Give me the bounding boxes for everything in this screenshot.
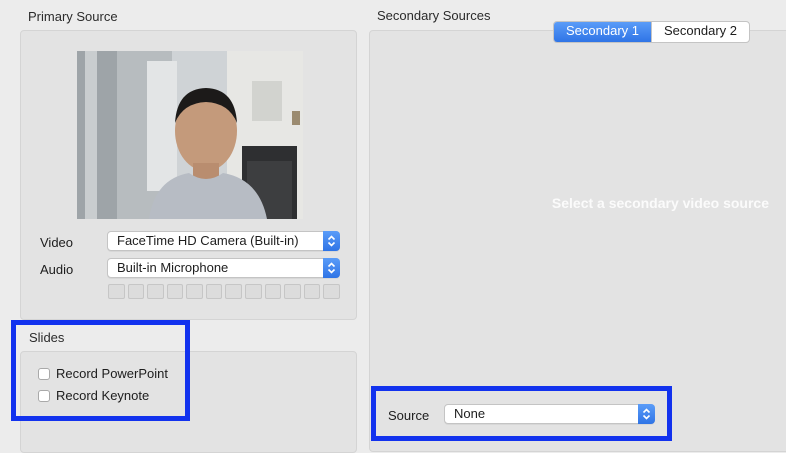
tab-secondary-2[interactable]: Secondary 2 bbox=[651, 22, 749, 42]
meter-segment bbox=[166, 284, 184, 299]
meter-segment bbox=[264, 284, 282, 299]
audio-level-meter bbox=[108, 284, 340, 299]
record-keynote-label: Record Keynote bbox=[56, 388, 150, 403]
record-powerpoint-checkbox[interactable] bbox=[38, 367, 50, 380]
record-keynote-checkbox[interactable] bbox=[38, 389, 50, 402]
popup-stepper-icon bbox=[323, 231, 340, 251]
secondary-sources-title: Secondary Sources bbox=[377, 8, 491, 23]
tab-secondary-1[interactable]: Secondary 1 bbox=[554, 22, 651, 42]
secondary-tabs: Secondary 1 Secondary 2 bbox=[553, 21, 750, 43]
meter-segment bbox=[205, 284, 223, 299]
primary-source-title: Primary Source bbox=[28, 9, 118, 24]
video-label: Video bbox=[40, 235, 74, 250]
popup-stepper-icon bbox=[638, 404, 655, 424]
video-source-value: FaceTime HD Camera (Built-in) bbox=[117, 233, 299, 248]
meter-segment bbox=[147, 284, 164, 299]
meter-segment bbox=[127, 284, 145, 299]
secondary-source-select[interactable]: None bbox=[444, 404, 655, 424]
meter-segment bbox=[108, 284, 125, 299]
meter-segment bbox=[323, 284, 340, 299]
meter-segment bbox=[186, 284, 203, 299]
audio-source-select[interactable]: Built-in Microphone bbox=[107, 258, 340, 278]
camera-preview bbox=[77, 51, 303, 219]
meter-segment bbox=[284, 284, 301, 299]
record-keynote-option[interactable]: Record Keynote bbox=[38, 388, 149, 403]
video-source-select[interactable]: FaceTime HD Camera (Built-in) bbox=[107, 231, 340, 251]
record-powerpoint-label: Record PowerPoint bbox=[56, 366, 168, 381]
source-label: Source bbox=[388, 408, 430, 423]
meter-segment bbox=[225, 284, 243, 299]
meter-segment bbox=[245, 284, 262, 299]
meter-segment bbox=[303, 284, 321, 299]
slides-title: Slides bbox=[29, 330, 65, 345]
secondary-source-value: None bbox=[454, 406, 486, 421]
secondary-sources-panel bbox=[369, 30, 786, 452]
audio-source-value: Built-in Microphone bbox=[117, 260, 229, 275]
popup-stepper-icon bbox=[323, 258, 340, 278]
audio-label: Audio bbox=[40, 262, 74, 277]
secondary-placeholder-text: Select a secondary video source bbox=[551, 195, 769, 211]
record-powerpoint-option[interactable]: Record PowerPoint bbox=[38, 366, 168, 381]
